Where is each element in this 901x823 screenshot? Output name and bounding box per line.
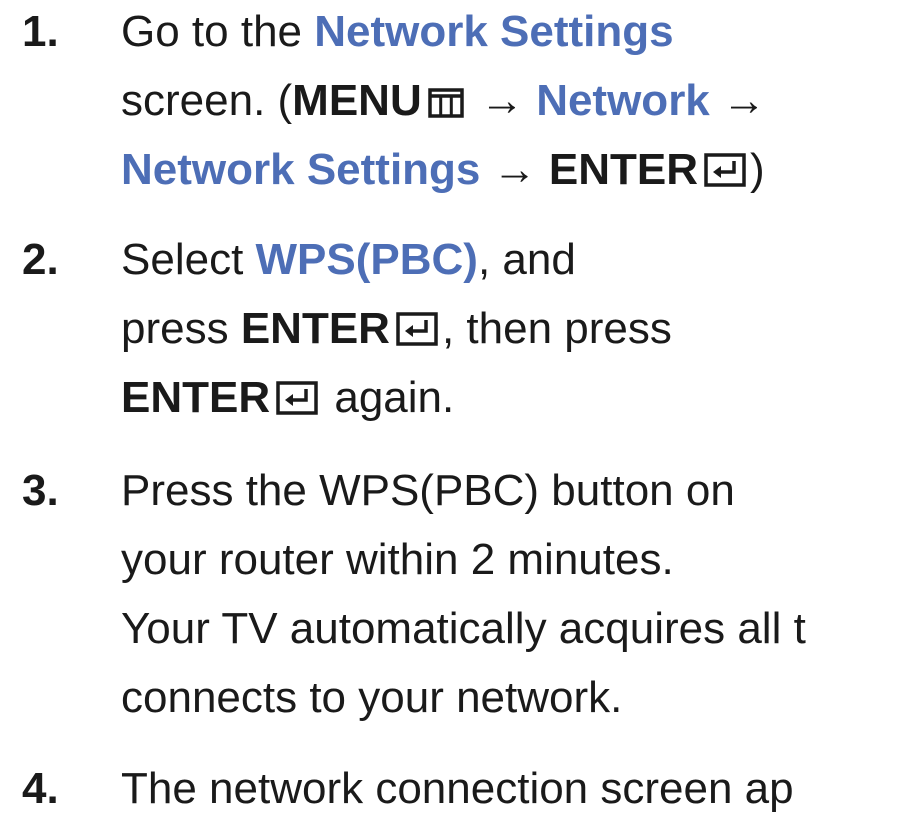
enter-label: ENTER: [121, 373, 271, 422]
step-line: Your TV automatically acquires all t: [121, 604, 806, 653]
step-number: 2.: [22, 235, 59, 284]
step-line: Go to the Network Settings: [121, 0, 766, 66]
network-settings-link: Network Settings: [314, 7, 674, 56]
text-run: ): [749, 145, 765, 194]
text-run: , and: [477, 235, 576, 284]
step-line: The network connection screen ap: [121, 764, 794, 813]
enter-label: ENTER: [548, 145, 698, 194]
network-settings-label: Network Settings: [121, 145, 481, 194]
step-number: 3.: [22, 466, 59, 515]
text-run: →: [480, 145, 549, 194]
step-line: ENTER again.: [121, 363, 672, 432]
step-line: connects to your network.: [121, 673, 623, 722]
step-line: Press the WPS(PBC) button on: [121, 466, 735, 515]
menu-icon: [427, 88, 464, 118]
step-line: press ENTER , then press: [121, 294, 672, 363]
menu-label: MENU: [292, 76, 422, 125]
step-number: 1.: [22, 7, 59, 56]
text-run: , then press: [441, 304, 672, 353]
wps-pbc-label: WPS(PBC): [255, 235, 478, 284]
step-text: Press the WPS(PBC) button on your router…: [121, 456, 806, 732]
text-run: press: [121, 304, 241, 353]
text-run: Go to the: [121, 7, 315, 56]
step-line: your router within 2 minutes.: [121, 535, 674, 584]
step-text: The network connection screen ap: [121, 754, 794, 823]
text-run: →: [467, 76, 537, 125]
network-label: Network: [536, 76, 710, 125]
enter-label: ENTER: [240, 304, 390, 353]
text-run: screen. (: [121, 76, 293, 125]
enter-icon: [396, 312, 438, 346]
text-run: Select: [121, 235, 256, 284]
step-number: 4.: [22, 764, 59, 813]
step-line: Select WPS(PBC), and: [121, 225, 672, 294]
step-text: Select WPS(PBC), and press ENTER , then p…: [121, 225, 672, 432]
text-run: →: [709, 76, 767, 125]
enter-icon: [276, 381, 318, 415]
text-run: again.: [322, 373, 455, 422]
step-line: Network Settings → ENTER): [121, 135, 766, 204]
step-text: Go to the Network Settings screen. (MENU…: [121, 0, 766, 204]
enter-icon: [704, 153, 746, 187]
step-line: screen. (MENU → Network →: [121, 66, 766, 135]
